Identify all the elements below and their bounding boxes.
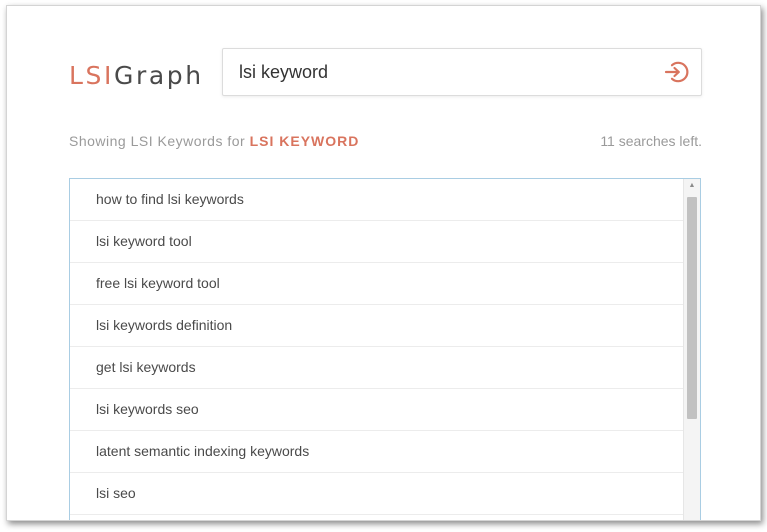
scrollbar-thumb[interactable] (687, 197, 697, 419)
result-item[interactable]: lsi keywords seo (70, 389, 684, 431)
results-panel: how to find lsi keywords lsi keyword too… (69, 178, 701, 520)
result-item[interactable]: get lsi keywords (70, 347, 684, 389)
result-item[interactable]: latent semantic indexing keywords (70, 431, 684, 473)
search-button[interactable] (663, 59, 691, 85)
showing-keywords-label: Showing LSI Keywords for LSI KEYWORD (69, 133, 359, 149)
result-item[interactable]: free lsi keyword tool (70, 263, 684, 305)
result-item[interactable]: lsi keywords definition (70, 305, 684, 347)
results-scrollbar[interactable]: ▲ (683, 179, 700, 520)
showing-prefix: Showing LSI Keywords for (69, 133, 246, 149)
search-box (222, 48, 702, 96)
search-input[interactable] (239, 59, 639, 85)
result-item[interactable]: lsi keyword tool (70, 221, 684, 263)
app-window: LSIGraph Showing LSI Keywords for LSI KE… (6, 5, 761, 521)
current-keyword: LSI KEYWORD (249, 133, 360, 149)
logo-lsi: LSI (69, 61, 114, 90)
result-item[interactable]: lsi seo (70, 473, 684, 515)
sign-in-arrow-circle-icon (664, 61, 689, 83)
searches-left-counter: 11 searches left. (600, 133, 702, 149)
lsigraph-logo[interactable]: LSIGraph (69, 61, 204, 90)
results-list: how to find lsi keywords lsi keyword too… (70, 179, 684, 515)
result-item[interactable]: how to find lsi keywords (70, 179, 684, 221)
logo-graph: Graph (113, 61, 204, 90)
scroll-up-arrow-icon[interactable]: ▲ (684, 179, 700, 193)
